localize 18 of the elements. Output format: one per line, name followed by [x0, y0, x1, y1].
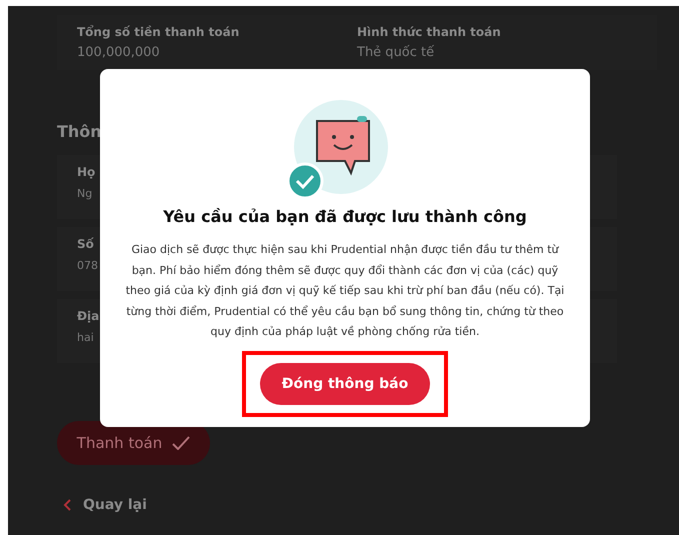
field-value: 078 — [77, 259, 98, 272]
field-label: Số — [77, 237, 94, 251]
chevron-left-icon — [63, 499, 71, 511]
field-label: Họ — [77, 165, 96, 179]
pay-button[interactable]: Thanh toán — [57, 421, 210, 465]
check-icon — [172, 436, 190, 450]
field-label: Tổng số tiền thanh toán — [77, 25, 240, 39]
dialog-title: Yêu cầu của bạn đã được lưu thành công — [163, 207, 527, 226]
section-title: Thôn — [57, 122, 103, 141]
field-value: 100,000,000 — [77, 45, 160, 60]
field-label: Hình thức thanh toán — [357, 25, 501, 39]
dialog-message: Giao dịch sẽ được thực hiện sau khi Prudential nhận được tiền đầu tư thêm từ bạn. Phí bảo hiểm đóng thêm sẽ được quy đổi thành các đơn vị của (các) quỹ theo giá của kỳ định giá đơn vị quỹ kế tiếp sau khi trừ phí ban đầu (nếu có). Tại từng thời điểm, Prudential có thể yêu cầu bạn bổ sung thông tin, chứng từ theo quy định của pháp luật về phòng chống rửa tiền. — [125, 242, 565, 340]
field-value: hai — [77, 331, 94, 344]
close-notice-button[interactable]: Đóng thông báo — [260, 362, 430, 404]
field-value: Thẻ quốc tế — [357, 45, 434, 60]
field-label: Địa — [77, 309, 100, 323]
field-value: Ng — [77, 187, 92, 200]
back-link[interactable]: Quay lại — [63, 497, 679, 513]
